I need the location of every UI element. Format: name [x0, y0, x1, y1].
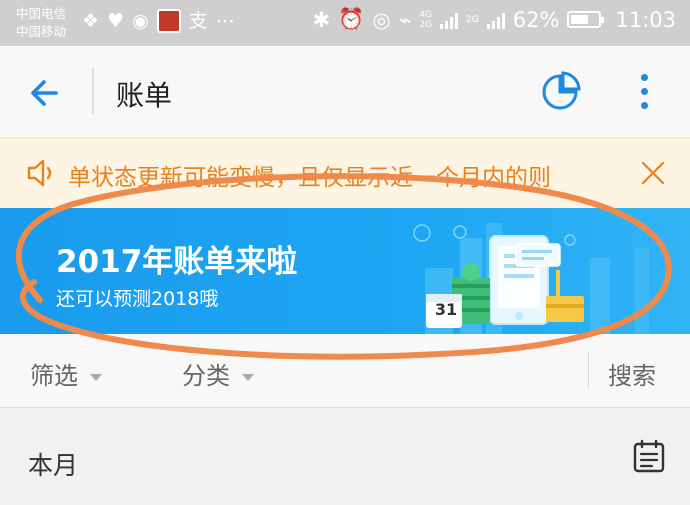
chevron-down-icon [242, 373, 254, 381]
filter-dropdown[interactable]: 筛选 [30, 356, 102, 391]
calendar-list-icon[interactable] [632, 438, 666, 474]
alarm-icon: ⏰ [338, 7, 365, 31]
more-menu-icon[interactable] [632, 72, 656, 112]
close-icon[interactable] [640, 160, 666, 186]
calendar-day: 31 [434, 300, 458, 319]
system-status: ✱ ⏰ ◎ ⌁ 4G 2G 2G 62% 11:03 [313, 7, 676, 32]
more-dots-icon: ⋯ [215, 10, 235, 32]
month-label: 本月 [28, 451, 79, 480]
chevron-down-icon [90, 373, 102, 381]
app-icon [156, 9, 181, 33]
carrier-2: 中国移动 [16, 24, 67, 39]
bluetooth-icon: ✱ [312, 7, 331, 32]
page-title: 账单 [116, 79, 173, 112]
back-arrow-icon[interactable] [26, 73, 66, 113]
notice-bar: 单状态更新可能变慢，且仅显示近一个月内的则 [0, 138, 690, 208]
filter-bar: 筛选 分类 搜索 [0, 334, 690, 408]
status-bar: 中国电信 中国移动 ❖ ♥ ◉ 支 ⋯ ✱ ⏰ ◎ ⌁ 4G 2G 2G 62%… [0, 0, 690, 46]
category-label: 分类 [182, 362, 230, 390]
banner-subtitle: 还可以预测2018哦 [56, 288, 219, 310]
clock: 11:03 [615, 7, 676, 32]
filter-label: 筛选 [30, 362, 78, 390]
weibo-icon: ◉ [132, 10, 149, 32]
alipay-icon: 支 [188, 10, 208, 32]
search-divider [588, 352, 589, 390]
search-button[interactable]: 搜索 [608, 356, 656, 391]
app-header: 账单 [0, 46, 690, 138]
signal-1-icon [440, 11, 459, 29]
banner-title: 2017年账单来啦 [56, 244, 298, 280]
notification-icons: ❖ ♥ ◉ 支 ⋯ [82, 9, 235, 33]
month-section-header: 本月 [0, 408, 690, 505]
signal-2-icon [486, 11, 505, 29]
header-divider [92, 68, 94, 114]
category-dropdown[interactable]: 分类 [182, 356, 254, 391]
battery-icon [567, 11, 605, 28]
health-icon: ♥ [107, 10, 125, 32]
annual-bill-banner[interactable]: 2017年账单来啦 还可以预测2018哦 31 [0, 208, 690, 334]
speaker-icon [27, 159, 52, 187]
eye-icon: ◎ [372, 7, 391, 32]
notification-icon: ❖ [82, 10, 100, 32]
network-type: 4G 2G [419, 9, 433, 30]
battery-percent: 62% [512, 7, 560, 32]
wifi-icon: ⌁ [398, 7, 412, 32]
notice-text: 单状态更新可能变慢，且仅显示近一个月内的则 [68, 165, 551, 191]
network-type-2: 2G [466, 14, 479, 25]
carrier-info: 中国电信 中国移动 [16, 5, 66, 41]
pie-chart-icon[interactable] [538, 70, 582, 114]
carrier-1: 中国电信 [16, 6, 67, 21]
